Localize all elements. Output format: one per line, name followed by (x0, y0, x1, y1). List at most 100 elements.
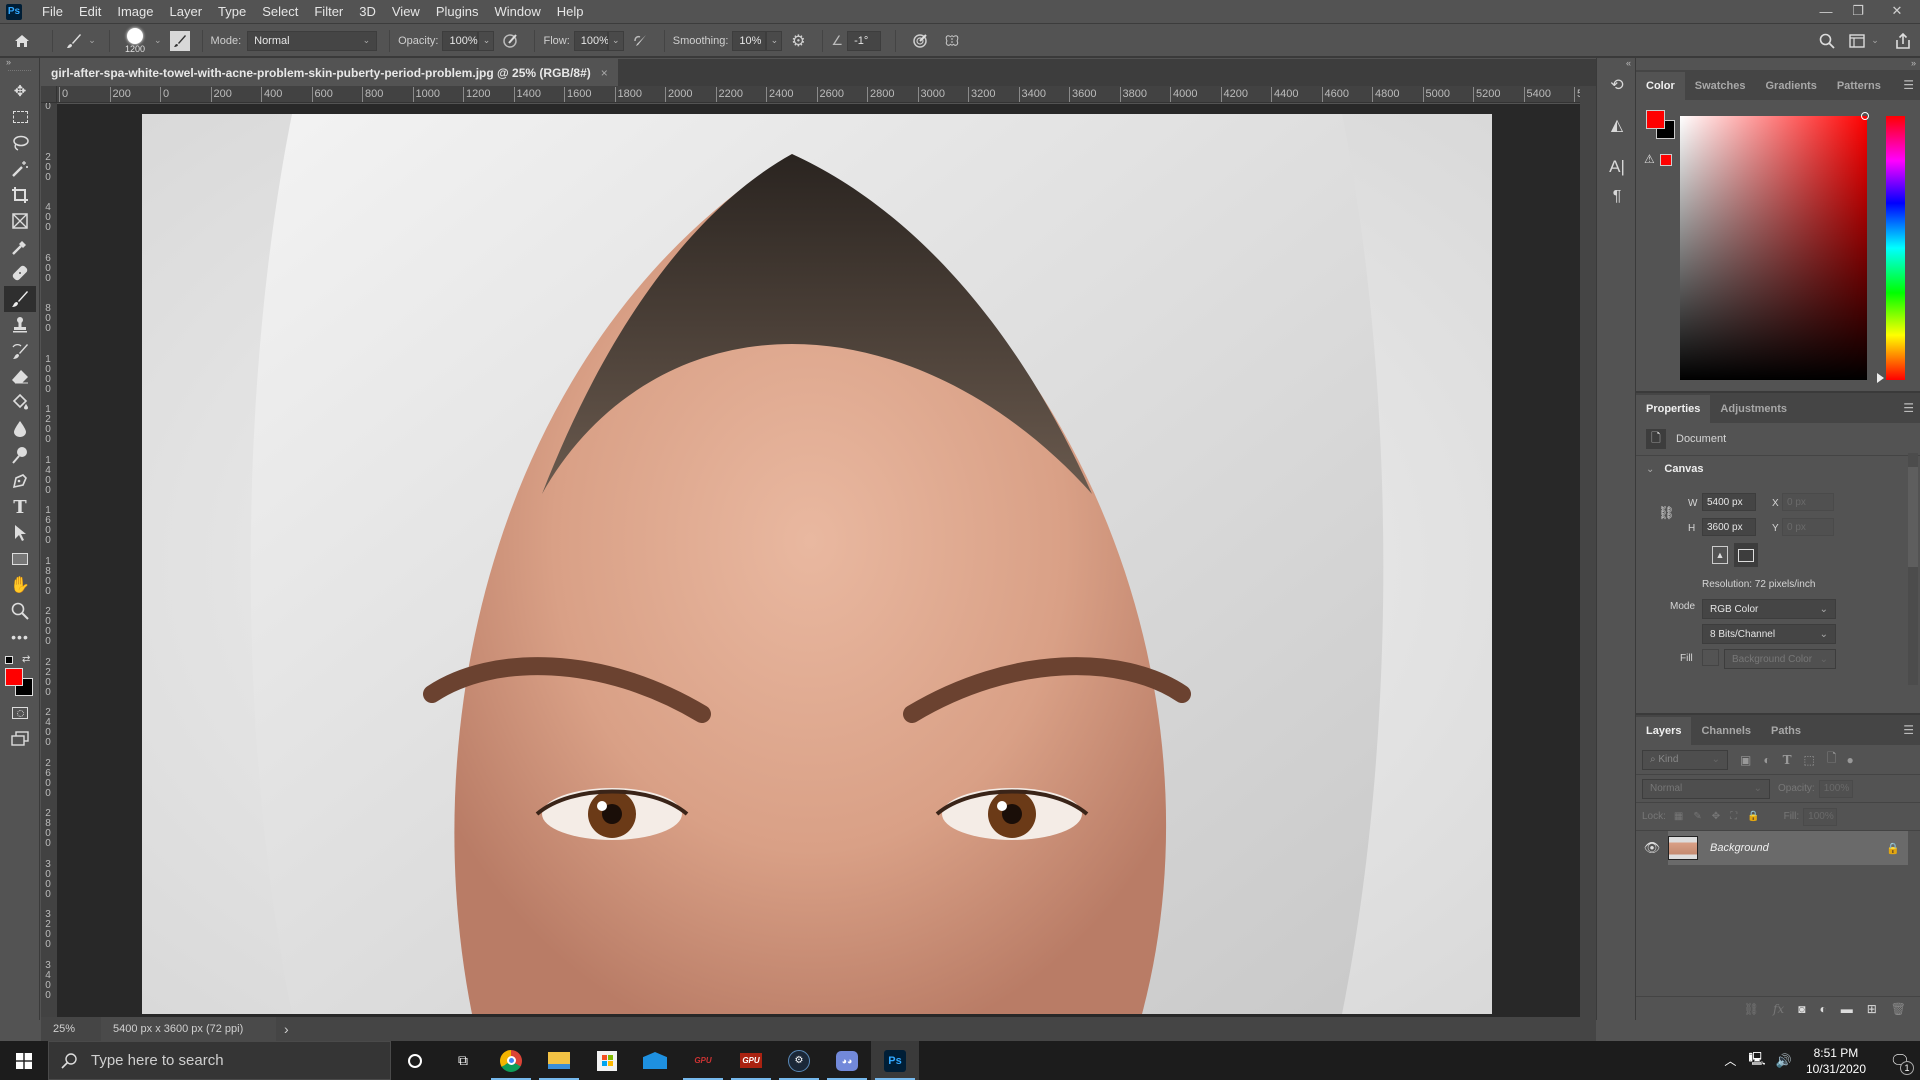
workspace-switcher[interactable]: ⌄ (1842, 33, 1886, 48)
menu-file[interactable]: File (34, 4, 71, 19)
link-layers-icon[interactable]: ⛓ (1744, 1002, 1759, 1016)
search-button[interactable] (1812, 33, 1842, 49)
blend-mode-select[interactable]: Normal ⌄ (1642, 778, 1770, 799)
document-tab[interactable]: girl-after-spa-white-towel-with-acne-pro… (41, 59, 618, 86)
clone-stamp-tool[interactable] (0, 312, 40, 338)
close-button[interactable]: ✕ (1874, 0, 1920, 22)
frame-tool[interactable] (0, 208, 40, 234)
link-dimensions-icon[interactable]: ⛓ (1658, 505, 1675, 521)
taskbar-discord[interactable]: ◕◕ (823, 1041, 871, 1080)
landscape-orientation-button[interactable] (1734, 543, 1758, 567)
taskbar-gpu-tweak-1[interactable]: GPU (679, 1041, 727, 1080)
home-button[interactable] (0, 26, 44, 56)
tab-channels[interactable]: Channels (1691, 717, 1761, 745)
share-button[interactable] (1886, 32, 1920, 49)
pressure-opacity-toggle[interactable] (494, 33, 526, 49)
menu-3d[interactable]: 3D (351, 4, 384, 19)
foreground-color-swatch[interactable] (5, 668, 23, 686)
taskbar-microsoft-store[interactable] (583, 1041, 631, 1080)
hand-tool[interactable]: ✋ (0, 572, 40, 598)
collapse-toolbar-icon[interactable]: » (0, 58, 39, 68)
smoothing-input[interactable]: 10% (732, 30, 767, 51)
toolbar-grip[interactable] (8, 70, 31, 76)
visibility-eye-icon[interactable]: 👁 (1636, 840, 1668, 856)
filter-pixel-layers-icon[interactable]: ▣ (1740, 753, 1751, 767)
network-icon[interactable]: 🖳 (1748, 1050, 1765, 1072)
taskbar-gpu-tweak-2[interactable]: GPU (727, 1041, 775, 1080)
eraser-tool[interactable] (0, 364, 40, 390)
tab-color[interactable]: Color (1636, 72, 1685, 100)
properties-scrollbar[interactable] (1908, 453, 1918, 685)
out-of-gamut-warning-icon[interactable]: ⚠ (1644, 152, 1655, 166)
menu-filter[interactable]: Filter (306, 4, 351, 19)
filter-type-layers-icon[interactable]: T (1783, 753, 1792, 767)
opacity-dropdown[interactable]: ⌄ (478, 30, 495, 51)
taskbar-mail[interactable] (631, 1041, 679, 1080)
filter-shape-layers-icon[interactable]: ⬚ (1804, 753, 1815, 767)
mode-select[interactable]: Normal ⌄ (247, 30, 378, 51)
new-adjustment-layer-icon[interactable]: ◐ (1819, 1002, 1826, 1016)
rectangle-tool[interactable] (0, 546, 40, 572)
new-layer-icon[interactable]: ⊞ (1867, 1002, 1877, 1016)
pressure-size-toggle[interactable] (904, 33, 936, 49)
filter-toggle-icon[interactable]: ● (1847, 753, 1854, 767)
lasso-tool[interactable] (0, 130, 40, 156)
taskbar-photoshop[interactable]: Ps (871, 1041, 919, 1080)
type-tool[interactable]: T (0, 494, 40, 520)
close-tab-icon[interactable]: × (601, 66, 608, 80)
tab-swatches[interactable]: Swatches (1685, 72, 1756, 100)
filter-smart-objects-icon[interactable]: 🗋 (1827, 749, 1837, 770)
tab-layers[interactable]: Layers (1636, 717, 1692, 745)
document-canvas-image[interactable] (142, 114, 1492, 1014)
lock-artboard-icon[interactable]: ⛶ (1730, 811, 1737, 822)
tool-preset-picker[interactable]: ⌄ (61, 33, 101, 49)
lock-image-pixels-icon[interactable]: ✎ (1693, 811, 1701, 822)
delete-layer-trash-icon[interactable]: 🗑 (1891, 1002, 1906, 1016)
character-panel-button[interactable]: A| (1599, 152, 1635, 182)
canvas-width-input[interactable]: 5400 px (1702, 493, 1756, 511)
zoom-tool[interactable] (0, 598, 40, 624)
taskbar-search-box[interactable]: Type here to search (48, 1041, 391, 1080)
filter-adjustment-layers-icon[interactable]: ◐ (1763, 753, 1770, 767)
flow-input[interactable]: 100% (573, 30, 609, 51)
menu-plugins[interactable]: Plugins (428, 4, 487, 19)
tab-patterns[interactable]: Patterns (1827, 72, 1891, 100)
lock-position-icon[interactable]: ✥ (1712, 811, 1720, 822)
clock[interactable]: 8:51 PM 10/31/2020 (1806, 1045, 1866, 1077)
layer-fill-input[interactable]: 100% (1803, 807, 1838, 826)
canvas-x-input[interactable]: 0 px (1782, 493, 1834, 511)
lock-all-icon[interactable]: 🔒 (1747, 811, 1759, 822)
zoom-level[interactable]: 25% (41, 1023, 101, 1035)
show-hidden-icons-chevron[interactable]: ︿ (1724, 1052, 1736, 1069)
taskbar-file-explorer[interactable] (535, 1041, 583, 1080)
history-panel-button[interactable]: ⟲ (1599, 70, 1635, 100)
fill-select[interactable]: Background Color ⌄ (1724, 649, 1836, 669)
edit-toolbar-button[interactable]: ••• (0, 624, 40, 650)
brush-presets-panel-button[interactable]: ◭ (1599, 110, 1635, 140)
volume-icon[interactable]: 🔊 (1776, 1053, 1792, 1069)
vertical-scrollbar[interactable] (1580, 86, 1596, 1017)
canvas-height-input[interactable]: 3600 px (1702, 518, 1756, 536)
menu-help[interactable]: Help (549, 4, 592, 19)
layer-filter-select[interactable]: ⌕ Kind ⌄ (1642, 749, 1728, 770)
default-colors-icon[interactable] (5, 656, 13, 664)
color-panel-foreground-swatch[interactable] (1646, 110, 1665, 129)
path-selection-tool[interactable] (0, 520, 40, 546)
tab-gradients[interactable]: Gradients (1755, 72, 1826, 100)
status-menu-arrow-icon[interactable]: › (276, 1021, 289, 1037)
swap-colors-icon[interactable]: ⇄ (22, 654, 30, 665)
hue-slider[interactable] (1886, 116, 1905, 380)
menu-layer[interactable]: Layer (162, 4, 211, 19)
color-field[interactable] (1680, 116, 1867, 380)
blur-tool[interactable] (0, 416, 40, 442)
scrollbar-thumb[interactable] (1908, 467, 1918, 567)
portrait-orientation-button[interactable]: ▲ (1712, 546, 1728, 564)
menu-select[interactable]: Select (254, 4, 306, 19)
menu-view[interactable]: View (384, 4, 428, 19)
menu-window[interactable]: Window (486, 4, 548, 19)
layer-row[interactable]: 👁 Background 🔒 (1636, 831, 1920, 865)
hue-slider-handle[interactable] (1877, 373, 1884, 383)
brush-angle-input[interactable]: -1° (847, 30, 882, 51)
menu-type[interactable]: Type (210, 4, 254, 19)
smoothing-dropdown[interactable]: ⌄ (766, 30, 783, 51)
